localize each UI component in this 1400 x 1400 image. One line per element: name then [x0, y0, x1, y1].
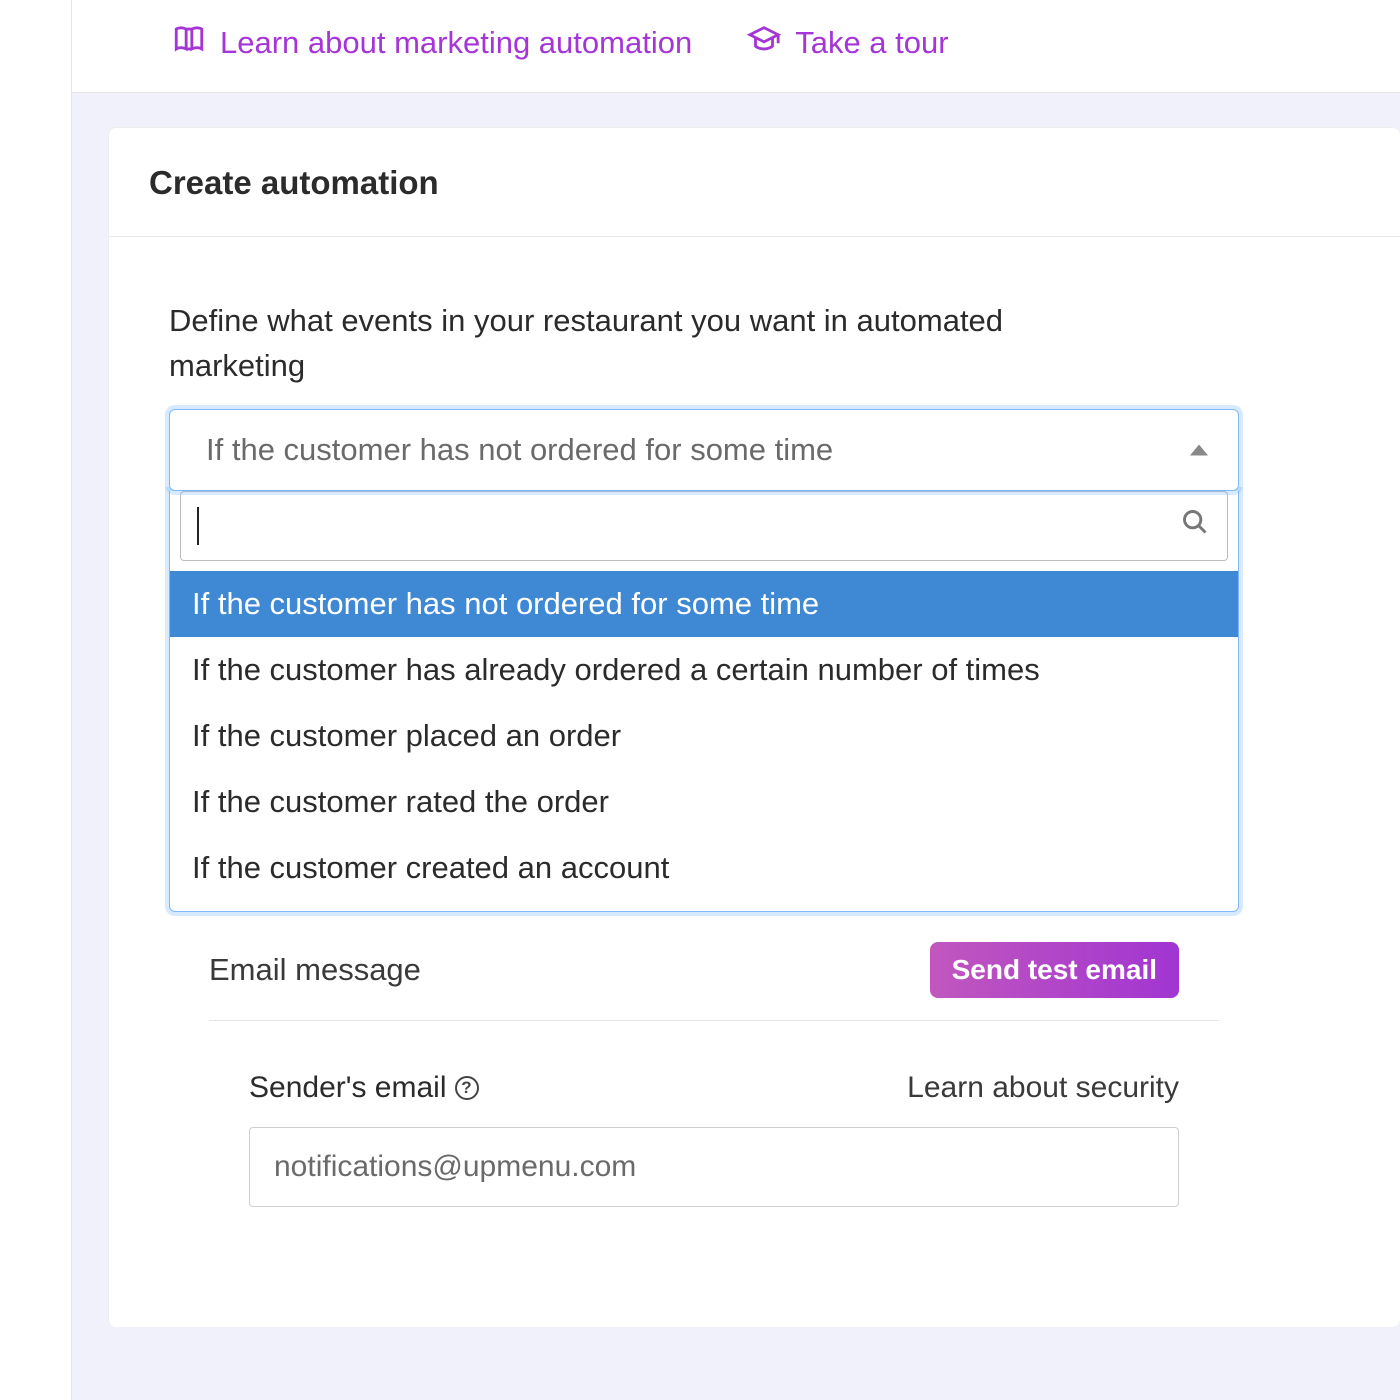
graduation-cap-icon	[747, 22, 781, 64]
event-option-0[interactable]: If the customer has not ordered for some…	[170, 571, 1238, 637]
page-wrap: Create automation Define what events in …	[0, 93, 1400, 1327]
book-icon	[172, 22, 206, 64]
event-select[interactable]: If the customer has not ordered for some…	[169, 409, 1239, 491]
sender-section: Sender's email ? Learn about security	[169, 1071, 1179, 1207]
divider	[209, 1020, 1219, 1021]
learn-automation-text: Learn about marketing automation	[220, 25, 692, 61]
event-dropdown-panel: If the customer has not ordered for some…	[169, 491, 1239, 912]
event-select-value: If the customer has not ordered for some…	[206, 432, 833, 467]
event-option-4[interactable]: If the customer created an account	[170, 835, 1238, 901]
create-automation-card: Create automation Define what events in …	[108, 127, 1400, 1327]
email-message-row: Email message Send test email	[169, 942, 1179, 998]
send-test-email-button[interactable]: Send test email	[930, 942, 1179, 998]
event-option-2[interactable]: If the customer placed an order	[170, 703, 1238, 769]
sender-email-input[interactable]	[249, 1127, 1179, 1207]
card-header: Create automation	[109, 128, 1400, 237]
help-icon[interactable]: ?	[455, 1076, 479, 1100]
learn-automation-link[interactable]: Learn about marketing automation	[172, 22, 692, 64]
search-icon	[1181, 508, 1209, 543]
left-gutter	[0, 0, 72, 1400]
learn-security-link[interactable]: Learn about security	[907, 1071, 1179, 1105]
dropdown-search-row	[170, 491, 1238, 561]
event-option-3[interactable]: If the customer rated the order	[170, 769, 1238, 835]
event-option-1[interactable]: If the customer has already ordered a ce…	[170, 637, 1238, 703]
intro-text: Define what events in your restaurant yo…	[169, 299, 1069, 389]
take-tour-text: Take a tour	[795, 25, 948, 61]
sender-row-top: Sender's email ? Learn about security	[249, 1071, 1179, 1105]
dropdown-search-wrap[interactable]	[180, 491, 1228, 561]
sender-email-label-text: Sender's email	[249, 1071, 447, 1105]
card-body: Define what events in your restaurant yo…	[109, 237, 1400, 1207]
chevron-up-icon	[1190, 444, 1208, 455]
sender-email-label: Sender's email ?	[249, 1071, 479, 1105]
email-message-label: Email message	[209, 952, 421, 988]
top-bar: Learn about marketing automation Take a …	[72, 0, 1400, 93]
event-select-wrap: If the customer has not ordered for some…	[169, 409, 1239, 912]
dropdown-search-input[interactable]	[199, 502, 1181, 550]
page-title: Create automation	[149, 164, 1360, 202]
take-tour-link[interactable]: Take a tour	[747, 22, 948, 64]
